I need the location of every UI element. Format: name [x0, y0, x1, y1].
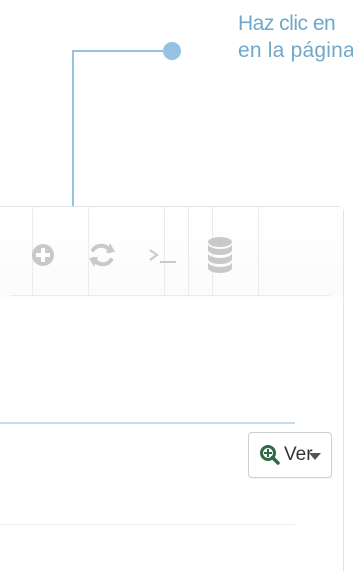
view-dropdown-button[interactable]: Ver — [248, 432, 332, 478]
database-icon — [208, 237, 232, 273]
callout-line-2: en la página — [238, 39, 353, 62]
callout-line-1: Haz clic en — [238, 12, 336, 35]
toolbar-bottom-border — [10, 295, 330, 296]
toolbar-divider — [258, 207, 259, 295]
terminal-icon — [149, 249, 176, 263]
callout-connector-vertical — [72, 50, 74, 216]
database-button[interactable] — [198, 233, 242, 277]
row-separator — [0, 524, 295, 525]
terminal-button[interactable] — [141, 233, 185, 277]
content-separator — [0, 422, 295, 424]
plus-circle-icon — [32, 244, 54, 266]
add-button[interactable] — [21, 233, 65, 277]
zoom-icon — [260, 445, 280, 465]
toolbar-divider — [188, 207, 189, 295]
callout-dot — [163, 42, 181, 60]
refresh-icon — [89, 243, 115, 267]
callout-text: Haz clic en en la página — [238, 10, 353, 64]
toolbar — [0, 207, 343, 297]
chevron-down-icon — [309, 453, 321, 460]
main-panel: Ver — [0, 206, 344, 571]
callout-connector-horizontal — [72, 50, 172, 52]
refresh-button[interactable] — [80, 233, 124, 277]
